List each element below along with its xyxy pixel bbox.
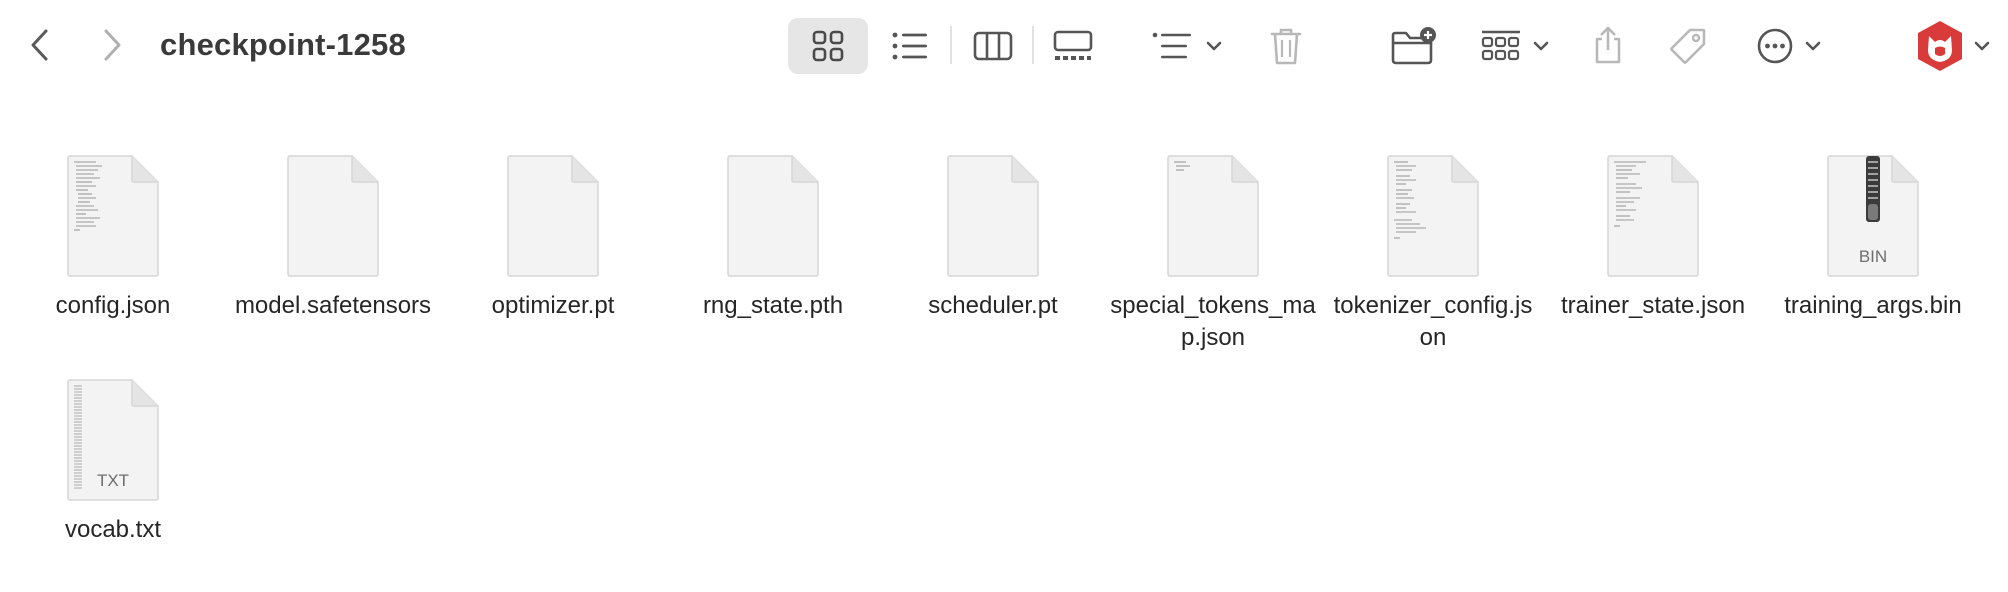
chevron-right-icon — [104, 29, 121, 61]
blank-document-icon — [727, 155, 819, 277]
new-folder-button[interactable] — [1390, 24, 1438, 68]
toolbar-divider — [1032, 26, 1034, 64]
chevron-down-icon — [1974, 41, 1990, 51]
new-folder-icon — [1391, 27, 1436, 65]
back-button[interactable] — [20, 22, 60, 68]
file-icon-wrap — [1543, 128, 1763, 278]
blank-document-icon — [287, 155, 379, 277]
file-icon-wrap: TXT — [3, 352, 223, 502]
tag-icon — [1670, 28, 1706, 64]
list-view-icon — [892, 32, 927, 60]
file-badge: BIN — [1859, 247, 1887, 266]
file-item[interactable]: scheduler.pt — [883, 128, 1103, 322]
text-document-icon — [1387, 155, 1479, 277]
toolbar: checkpoint-1258 — [0, 0, 2008, 92]
file-name: model.safetensors — [234, 292, 432, 319]
file-name: config.json — [55, 292, 171, 319]
gallery-view-button[interactable] — [1052, 26, 1094, 66]
group-list-icon — [1152, 32, 1191, 59]
text-document-icon — [1607, 155, 1699, 277]
file-name: vocab.txt — [64, 516, 162, 543]
share-button[interactable] — [1590, 22, 1626, 68]
file-icon-wrap — [223, 128, 443, 278]
file-item[interactable]: rng_state.pth — [663, 128, 883, 322]
file-icon-wrap — [1323, 128, 1543, 278]
file-name: scheduler.pt — [928, 292, 1058, 319]
column-view-button[interactable] — [972, 26, 1014, 66]
file-icon-wrap — [1103, 128, 1323, 278]
extension-logo-icon — [1918, 21, 1962, 71]
file-item[interactable]: special_tokens_map.json — [1103, 128, 1323, 354]
forward-button[interactable] — [92, 22, 132, 68]
list-view-button[interactable] — [890, 26, 930, 66]
arrange-grid-icon — [1481, 30, 1520, 61]
chevron-left-icon — [31, 29, 48, 61]
file-name: trainer_state.json — [1560, 292, 1746, 319]
trash-icon — [1270, 28, 1302, 65]
binary-document-icon: BIN — [1827, 155, 1919, 277]
tags-button[interactable] — [1666, 24, 1710, 68]
file-name: rng_state.pth — [702, 292, 844, 319]
blank-document-icon — [507, 155, 599, 277]
file-item[interactable]: config.json — [3, 128, 223, 322]
gallery-view-icon — [1053, 30, 1093, 60]
file-item[interactable]: tokenizer_config.json — [1323, 128, 1543, 354]
chevron-down-icon — [1533, 41, 1549, 51]
file-icon-wrap — [663, 128, 883, 278]
file-icon-wrap: BIN — [1763, 128, 1983, 278]
blank-document-icon — [947, 155, 1039, 277]
grid-view-icon — [812, 30, 844, 62]
text-document-icon — [67, 155, 159, 277]
file-item[interactable]: trainer_state.json — [1543, 128, 1763, 322]
file-item[interactable]: TXT vocab.txt — [3, 352, 223, 546]
file-badge: TXT — [97, 471, 129, 490]
icon-view-button[interactable] — [808, 26, 848, 66]
arrange-button[interactable] — [1478, 26, 1552, 66]
extension-menu-button[interactable] — [1972, 36, 1992, 56]
delete-button[interactable] — [1266, 24, 1306, 68]
chevron-down-icon — [1805, 41, 1821, 51]
column-view-icon — [973, 31, 1013, 61]
toolbar-divider — [950, 26, 952, 64]
file-item[interactable]: model.safetensors — [223, 128, 443, 322]
group-by-button[interactable] — [1148, 26, 1226, 66]
file-name: training_args.bin — [1784, 292, 1962, 319]
file-item[interactable]: BIN training_args.bin — [1763, 128, 1983, 322]
text-document-icon — [1167, 155, 1259, 277]
file-icon-wrap — [883, 128, 1103, 278]
file-item[interactable]: optimizer.pt — [443, 128, 663, 322]
file-name: tokenizer_config.json — [1333, 292, 1533, 351]
more-actions-button[interactable] — [1750, 24, 1828, 68]
file-name: optimizer.pt — [491, 292, 615, 319]
txt-document-icon: TXT — [67, 379, 159, 501]
window-title: checkpoint-1258 — [160, 27, 406, 62]
ellipsis-circle-icon — [1757, 28, 1793, 64]
file-name: special_tokens_map.json — [1110, 292, 1316, 351]
app-extension-button[interactable] — [1912, 18, 1968, 74]
share-icon — [1595, 26, 1621, 64]
file-icon-wrap — [443, 128, 663, 278]
chevron-down-icon — [1206, 41, 1222, 51]
file-icon-wrap — [3, 128, 223, 278]
